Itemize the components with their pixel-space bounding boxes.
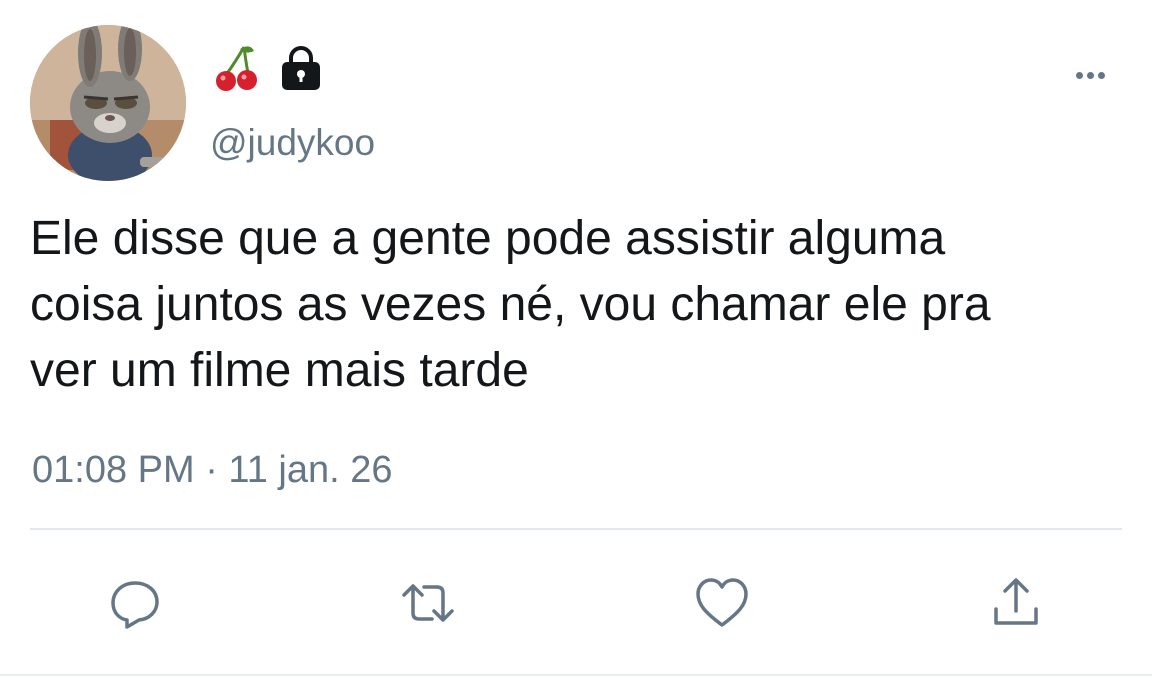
avatar[interactable] — [30, 25, 186, 181]
reply-icon — [111, 581, 159, 629]
tweet-text: Ele disse que a gente pode assistir algu… — [30, 212, 991, 397]
display-name-emojis — [214, 42, 324, 94]
reply-button[interactable] — [105, 573, 165, 633]
like-icon — [696, 578, 748, 627]
more-dot — [1075, 71, 1083, 79]
more-dot — [1086, 71, 1094, 79]
divider — [30, 528, 1122, 530]
like-button[interactable] — [692, 573, 752, 633]
bunny-avatar-image — [30, 25, 186, 181]
share-button[interactable] — [986, 573, 1046, 633]
user-handle[interactable]: @judykoo — [210, 121, 375, 165]
tweet-timestamp[interactable]: 01:08 PM · 11 jan. 26 — [32, 447, 393, 493]
more-options-icon[interactable] — [1068, 62, 1112, 88]
lock-icon — [278, 44, 324, 92]
more-dot — [1097, 71, 1105, 79]
retweet-button[interactable] — [398, 573, 458, 633]
share-icon — [994, 578, 1038, 625]
retweet-icon — [402, 584, 454, 622]
cherry-icon — [214, 43, 258, 93]
divider — [0, 674, 1152, 676]
